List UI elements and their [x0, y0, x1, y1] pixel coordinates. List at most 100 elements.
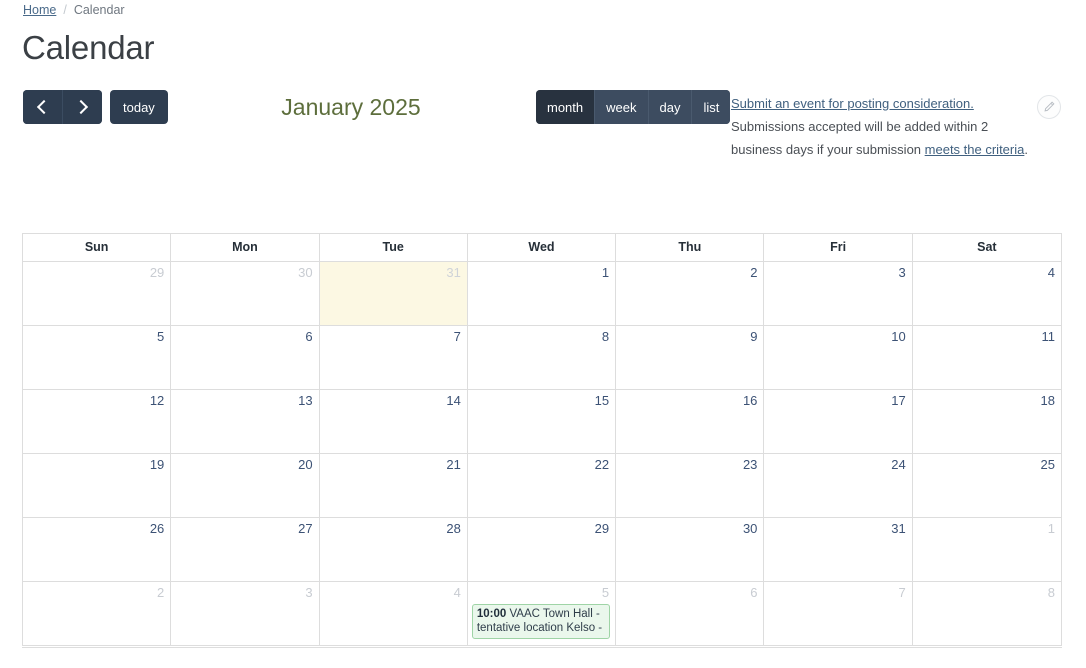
day-number: 5	[157, 329, 165, 344]
calendar-day-cell[interactable]: 1	[913, 518, 1061, 581]
calendar-day-cell[interactable]: 4	[320, 582, 468, 645]
calendar-day-cell[interactable]: 30	[171, 262, 320, 325]
day-number: 13	[298, 393, 313, 408]
view-switcher-group: month week day list	[536, 90, 731, 124]
calendar-day-cell[interactable]: 1	[468, 262, 617, 325]
calendar-day-cell[interactable]: 3	[764, 262, 913, 325]
day-number: 30	[298, 265, 313, 280]
day-number: 18	[1040, 393, 1055, 408]
calendar-day-cell[interactable]: 28	[320, 518, 468, 581]
calendar-day-cell[interactable]: 5 10:00 VAAC Town Hall - tentative locati…	[468, 582, 617, 645]
day-number: 1	[601, 265, 610, 280]
edit-page-button[interactable]	[1037, 95, 1061, 119]
day-header-sat: Sat	[977, 240, 997, 254]
day-number: 10	[891, 329, 906, 344]
day-number: 29	[594, 521, 610, 536]
day-header-tue: Tue	[320, 234, 468, 261]
calendar-day-cell[interactable]: 8	[913, 582, 1061, 645]
calendar-day-cell[interactable]: 23	[616, 454, 765, 517]
day-number: 7	[898, 585, 906, 600]
calendar-day-cell[interactable]: 2	[616, 262, 765, 325]
calendar-toolbar: today January 2025 month week day list S…	[0, 90, 1086, 160]
calendar-day-cell[interactable]: 19	[23, 454, 172, 517]
day-number: 11	[1041, 329, 1056, 344]
submit-event-link[interactable]: Submit an event for posting consideratio…	[731, 96, 974, 111]
day-number: 2	[157, 585, 165, 600]
day-number: 24	[891, 457, 906, 472]
calendar-day-cell[interactable]: 5	[23, 326, 172, 389]
day-number: 12	[149, 393, 165, 408]
calendar-event[interactable]: 10:00 VAAC Town Hall - tentative locatio…	[471, 604, 611, 639]
calendar-day-cell[interactable]: 29	[23, 262, 172, 325]
calendar-day-cell[interactable]: 22	[468, 454, 617, 517]
calendar-day-cell[interactable]: 15	[468, 390, 617, 453]
calendar-day-cell[interactable]: 20	[171, 454, 320, 517]
event-time: 10:00	[476, 608, 507, 620]
day-number: 19	[149, 457, 165, 472]
calendar-day-cell[interactable]: 14	[320, 390, 468, 453]
calendar-day-cell[interactable]: 6	[616, 582, 765, 645]
breadcrumb-home-link[interactable]: Home	[23, 2, 56, 18]
calendar-day-cell[interactable]: 30	[616, 518, 765, 581]
calendar-day-cell[interactable]: 16	[616, 390, 765, 453]
day-number: 31	[446, 265, 461, 280]
calendar-day-cell[interactable]: 7	[320, 326, 468, 389]
calendar-day-cell[interactable]: 12	[23, 390, 172, 453]
criteria-link[interactable]: meets the criteria	[925, 142, 1025, 157]
calendar-day-cell[interactable]: 31	[319, 262, 468, 325]
calendar-day-cell[interactable]: 13	[171, 390, 320, 453]
calendar-weeks: 29 30 31 1 2 3 4 5 6 7 8 9 10 11 12 13 14 15 16 17 18 19 20 21 2…	[23, 262, 1061, 646]
day-number: 25	[1040, 457, 1055, 472]
day-header-sun: Sun	[23, 234, 172, 261]
day-header-thu: Thu	[616, 234, 765, 261]
prev-month-button[interactable]	[23, 90, 62, 124]
next-month-button[interactable]	[62, 90, 102, 124]
calendar-day-cell[interactable]: 6	[171, 326, 320, 389]
calendar-day-cell[interactable]: 2	[23, 582, 172, 645]
day-number: 6	[305, 329, 313, 344]
today-button[interactable]: today	[110, 90, 168, 124]
calendar-period-title: January 2025	[281, 94, 421, 120]
submission-note-line2: Submissions accepted will be added withi…	[731, 119, 989, 134]
calendar-day-cell[interactable]: 3	[171, 582, 320, 645]
view-button-month[interactable]: month	[536, 90, 595, 124]
next-chevron-icon	[73, 99, 89, 115]
calendar-page: Home / Calendar Calendar today January 2…	[0, 0, 1086, 668]
breadcrumb-separator: /	[63, 3, 67, 17]
calendar-bottom-edge	[22, 647, 1062, 648]
view-button-week[interactable]: week	[594, 90, 648, 124]
calendar-day-cell[interactable]: 7	[764, 582, 913, 645]
calendar-day-cell[interactable]: 27	[171, 518, 320, 581]
calendar-day-cell[interactable]: 10	[764, 326, 913, 389]
calendar-week-row: 5 6 7 8 9 10 11	[23, 326, 1061, 390]
day-number: 5	[601, 585, 610, 600]
calendar-day-cell[interactable]: 17	[764, 390, 913, 453]
calendar-day-cell[interactable]: 31	[764, 518, 913, 581]
day-number: 28	[446, 521, 461, 536]
day-number: 3	[305, 585, 313, 600]
breadcrumb: Home / Calendar	[23, 2, 125, 18]
nav-button-group	[23, 90, 102, 124]
calendar-day-cell[interactable]: 25	[913, 454, 1061, 517]
calendar-day-cell[interactable]: 8	[468, 326, 617, 389]
calendar-day-cell[interactable]: 26	[23, 518, 172, 581]
calendar-day-cell[interactable]: 11	[913, 326, 1061, 389]
day-header-wed: Wed	[468, 234, 617, 261]
calendar-day-cell[interactable]: 29	[468, 518, 617, 581]
day-number: 31	[891, 521, 906, 536]
day-number: 29	[149, 265, 165, 280]
view-button-list[interactable]: list	[691, 90, 731, 124]
day-number: 22	[594, 457, 610, 472]
submission-note: Submit an event for posting consideratio…	[731, 92, 1031, 161]
calendar-day-cell[interactable]: 4	[913, 262, 1061, 325]
calendar-week-row: 12 13 14 15 16 17 18	[23, 390, 1061, 454]
calendar-week-row: 19 20 21 22 23 24 25	[23, 454, 1061, 518]
calendar-day-cell[interactable]: 18	[913, 390, 1061, 453]
day-number: 8	[601, 329, 610, 344]
calendar-day-cell[interactable]: 24	[764, 454, 913, 517]
day-header-fri: Fri	[764, 234, 913, 261]
calendar-day-cell[interactable]: 21	[320, 454, 468, 517]
calendar-day-cell[interactable]: 9	[616, 326, 765, 389]
view-button-day[interactable]: day	[647, 90, 692, 124]
day-number: 4	[453, 585, 461, 600]
